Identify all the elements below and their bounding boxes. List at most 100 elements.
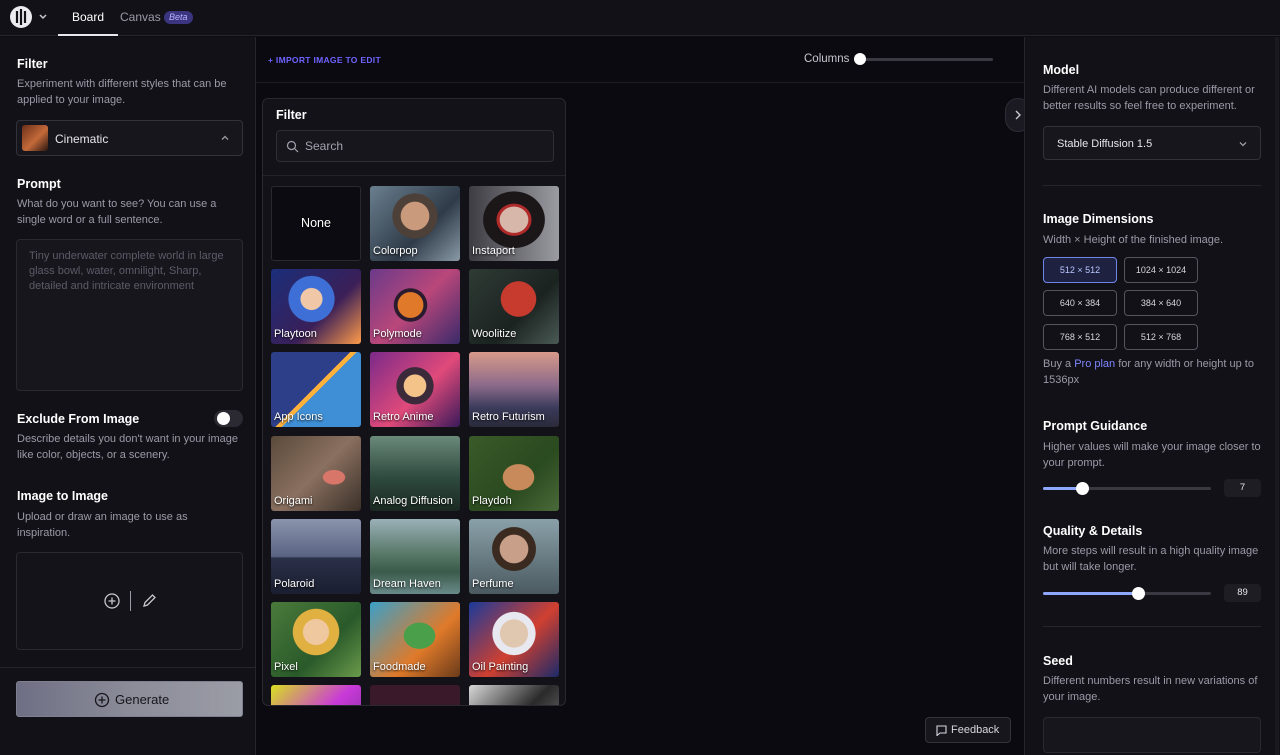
left-sidebar: Filter Experiment with different styles … [0,37,256,755]
img2img-dropzone[interactable] [16,552,243,650]
search-icon [286,140,299,153]
filter-option-label: Oil Painting [472,661,529,673]
dimension-option-640x384[interactable]: 640 × 384 [1043,290,1117,316]
right-sidebar: Model Different AI models can produce di… [1024,37,1280,755]
divider [263,175,565,176]
divider [1043,185,1261,186]
filter-option-label: Origami [274,495,313,507]
pencil-icon[interactable] [141,592,158,609]
dimension-option-768x512[interactable]: 768 × 512 [1043,324,1117,350]
divider [0,667,256,668]
filter-option-pixel[interactable]: Pixel [271,602,361,677]
generate-button[interactable]: Generate [16,681,243,717]
dimensions-description: Width × Height of the finished image. [1043,234,1224,246]
filter-option-retro-futurism[interactable]: Retro Futurism [469,352,559,427]
filter-option-origami[interactable]: Origami [271,436,361,511]
beta-badge: Beta [164,11,193,24]
columns-slider-handle[interactable] [854,53,866,65]
img2img-heading: Image to Image [17,489,108,503]
filter-option-woolitize[interactable]: Woolitize [469,269,559,344]
filter-option-label: Instaport [472,245,515,257]
filter-option-perfume[interactable]: Perfume [469,519,559,594]
columns-slider-track[interactable] [858,58,993,61]
filter-option-instaport[interactable]: Instaport [469,186,559,261]
model-heading: Model [1043,63,1080,77]
filter-search[interactable] [276,130,554,162]
model-description: Different AI models can produce differen… [1043,84,1255,112]
exclude-description: Describe details you don't want in your … [17,433,238,461]
app-window: Board Canvas Beta Filter Experiment with… [0,0,1280,755]
filter-option-label: Retro Anime [373,411,434,423]
chat-bubble-icon [936,725,947,736]
pro-plan-note: Buy a Pro plan for any width or height u… [1043,356,1265,388]
feedback-button[interactable]: Feedback [925,717,1011,743]
guidance-value[interactable]: 7 [1224,479,1261,497]
filter-option-label: Perfume [472,578,514,590]
search-input[interactable] [305,137,545,155]
guidance-slider-track[interactable] [1043,482,1211,495]
prompt-textarea[interactable]: Tiny underwater complete world in large … [16,239,243,391]
prompt-heading: Prompt [17,177,61,191]
divider [256,82,1024,83]
pro-plan-link[interactable]: Pro plan [1074,358,1115,370]
filter-option-label: Pixel [274,661,298,673]
filter-option-none[interactable]: None [271,186,361,261]
dimension-option-512x768[interactable]: 512 × 768 [1124,324,1198,350]
divider [130,591,131,611]
guidance-slider-handle[interactable] [1076,482,1089,495]
filter-option-partial[interactable] [271,685,361,705]
filter-option-colorpop[interactable]: Colorpop [370,186,460,261]
filter-option-label: Polymode [373,328,422,340]
top-bar: Board Canvas Beta [0,0,1280,36]
filter-option-label: Colorpop [373,245,418,257]
filter-option-analog-diffusion[interactable]: Analog Diffusion [370,436,460,511]
filter-option-polymode[interactable]: Polymode [370,269,460,344]
generate-label: Generate [115,692,170,707]
filter-heading: Filter [17,57,48,71]
filter-option-partial[interactable] [469,685,559,705]
guidance-description: Higher values will make your image close… [1043,441,1261,469]
quality-value[interactable]: 89 [1224,584,1261,602]
app-logo-icon[interactable] [10,6,32,28]
filter-option-oil-painting[interactable]: Oil Painting [469,602,559,677]
add-circle-icon[interactable] [103,592,121,610]
filter-option-dream-haven[interactable]: Dream Haven [370,519,460,594]
quality-slider-track[interactable] [1043,587,1211,600]
filter-selected-label: Cinematic [55,132,109,146]
filter-option-retro-anime[interactable]: Retro Anime [370,352,460,427]
columns-label: Columns [804,53,850,65]
prompt-description: What do you want to see? You can use a s… [17,198,217,226]
dimension-option-384x640[interactable]: 384 × 640 [1124,290,1198,316]
filter-option-label: Dream Haven [373,578,441,590]
filter-option-playdoh[interactable]: Playdoh [469,436,559,511]
exclude-heading: Exclude From Image [17,412,140,426]
scrollbar[interactable] [1275,37,1279,755]
seed-heading: Seed [1043,654,1073,668]
filter-select[interactable]: Cinematic [16,120,243,156]
exclude-toggle[interactable] [214,410,243,427]
import-image-link[interactable]: + IMPORT IMAGE TO EDIT [268,55,381,65]
dimension-option-512x512[interactable]: 512 × 512 [1043,257,1117,283]
filter-option-app-icons[interactable]: App Icons [271,352,361,427]
filter-option-foodmade[interactable]: Foodmade [370,602,460,677]
filter-option-playtoon[interactable]: Playtoon [271,269,361,344]
chevron-up-icon [221,135,229,140]
slider-fill [1043,592,1138,595]
filter-option-polaroid[interactable]: Polaroid [271,519,361,594]
dimension-option-1024x1024[interactable]: 1024 × 1024 [1124,257,1198,283]
img2img-description: Upload or draw an image to use as inspir… [17,511,188,539]
model-select[interactable]: Stable Diffusion 1.5 [1043,126,1261,160]
divider [1043,626,1261,627]
filter-option-partial[interactable] [370,685,460,705]
quality-slider-handle[interactable] [1132,587,1145,600]
filter-option-label: Analog Diffusion [373,495,453,507]
seed-input[interactable] [1043,717,1261,753]
chevron-down-icon [1239,142,1247,147]
filter-description: Experiment with different styles that ca… [17,78,227,106]
chevron-down-icon[interactable] [38,10,48,24]
tab-board[interactable]: Board [58,0,118,36]
feedback-label: Feedback [951,724,1000,736]
filter-option-label: Playdoh [472,495,512,507]
tab-canvas[interactable]: Canvas [120,0,161,36]
filter-option-label: Retro Futurism [472,411,545,423]
